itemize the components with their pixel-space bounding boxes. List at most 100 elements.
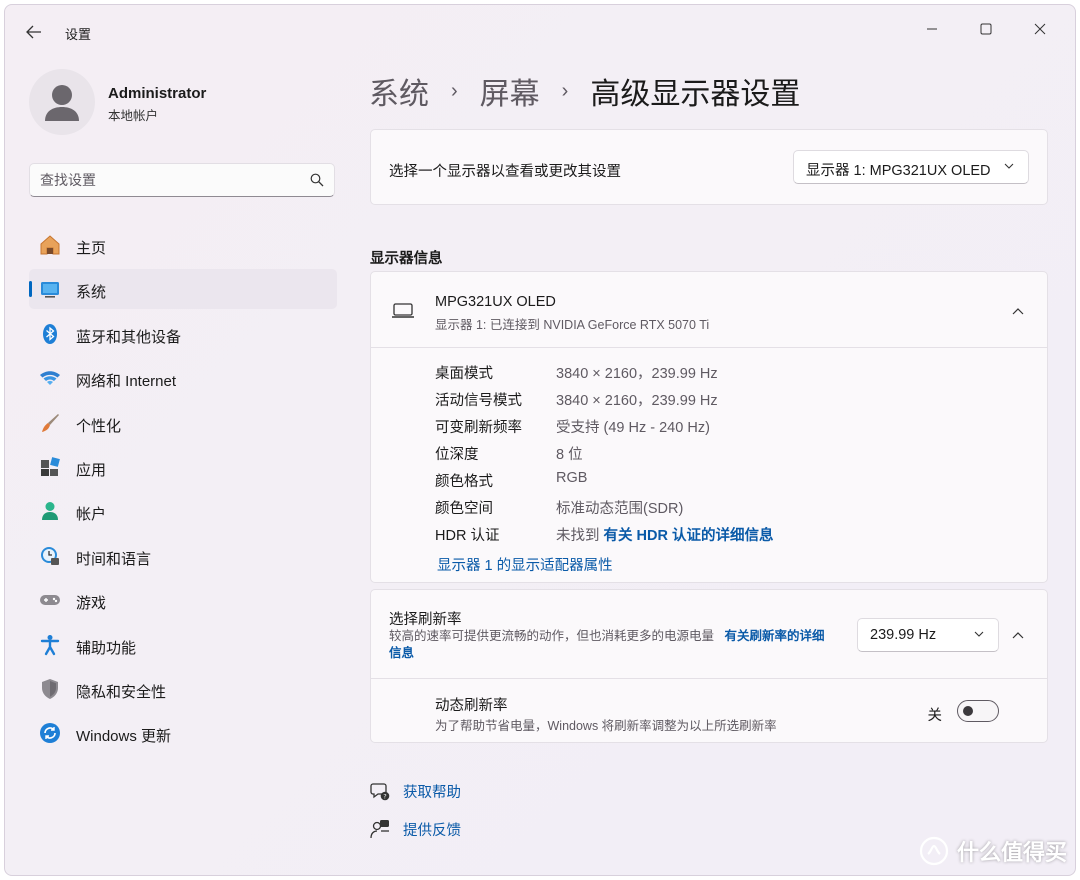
chevron-down-icon — [974, 631, 984, 637]
user-icon — [45, 85, 79, 121]
collapse-display-info-button[interactable] — [1003, 296, 1033, 326]
refresh-rate-description: 较高的速率可提供更流畅的动作，但也消耗更多的电源电量 有关刷新率的详细信息 — [389, 628, 829, 662]
select-display-label: 选择一个显示器以查看或更改其设置 — [389, 164, 621, 180]
breadcrumb: 系统 › 屏幕 › 高级显示器设置 — [369, 69, 800, 113]
hdr-certification-link[interactable]: 有关 HDR 认证的详细信息 — [604, 528, 774, 544]
search-icon[interactable] — [310, 173, 324, 187]
user-account-type: 本地帐户 — [108, 109, 159, 123]
sidebar-item-label: 蓝牙和其他设备 — [76, 328, 182, 346]
sidebar-item-network[interactable]: 网络和 Internet — [29, 358, 337, 398]
sidebar-item-label: 网络和 Internet — [76, 373, 177, 391]
update-icon — [40, 723, 60, 744]
adapter-properties-link[interactable]: 显示器 1 的显示适配器属性 — [437, 554, 613, 575]
page-title: 高级显示器设置 — [590, 78, 801, 111]
display-select-dropdown[interactable]: 显示器 1: MPG321UX OLED — [793, 150, 1029, 184]
watermark-text: 什么值得买 — [956, 840, 1067, 865]
info-value: 8 位 — [556, 447, 583, 463]
info-value: 受支持 (49 Hz - 240 Hz) — [556, 420, 710, 436]
sidebar-item-gaming[interactable]: 游戏 — [29, 580, 337, 620]
sidebar-item-label: 帐户 — [76, 506, 107, 524]
search-box[interactable] — [29, 163, 335, 197]
active-indicator — [29, 281, 32, 298]
refresh-rate-dropdown[interactable]: 239.99 Hz — [857, 618, 999, 652]
feedback-icon — [370, 820, 389, 839]
feedback-label: 提供反馈 — [403, 822, 461, 839]
feedback-link[interactable]: 提供反馈 — [370, 817, 461, 841]
dynamic-refresh-toggle[interactable] — [957, 700, 999, 722]
info-value: 标准动态范围(SDR) — [556, 501, 684, 517]
info-key: 可变刷新频率 — [435, 420, 522, 436]
refresh-rate-card: 选择刷新率 较高的速率可提供更流畅的动作，但也消耗更多的电源电量 有关刷新率的详… — [370, 589, 1048, 743]
dynamic-refresh-description: 为了帮助节省电量，Windows 将刷新率调整为以上所选刷新率 — [435, 719, 777, 733]
breadcrumb-separator: › — [451, 79, 458, 102]
sidebar-item-windows-update[interactable]: Windows 更新 — [29, 713, 337, 753]
shield-icon — [42, 678, 58, 699]
sidebar-item-bluetooth[interactable]: 蓝牙和其他设备 — [29, 314, 337, 354]
breadcrumb-display[interactable]: 屏幕 — [480, 69, 540, 113]
sidebar-item-label: 应用 — [76, 461, 107, 479]
back-arrow-icon — [26, 25, 41, 39]
info-key: 活动信号模式 — [435, 393, 522, 409]
search-input[interactable] — [40, 170, 300, 190]
laptop-icon — [392, 303, 414, 318]
sidebar-item-apps[interactable]: 应用 — [29, 447, 337, 487]
close-button[interactable] — [1017, 13, 1063, 45]
section-title-display-info: 显示器信息 — [370, 251, 443, 267]
sidebar-item-accounts[interactable]: 帐户 — [29, 491, 337, 531]
collapse-refresh-rate-button[interactable] — [1003, 620, 1033, 650]
divider — [371, 678, 1047, 679]
bluetooth-icon — [43, 323, 57, 344]
time-language-icon — [41, 546, 59, 565]
system-icon — [41, 282, 59, 298]
sidebar-item-label: 游戏 — [76, 595, 107, 613]
info-value: 3840 × 2160，239.99 Hz — [556, 366, 718, 382]
sidebar-item-time-language[interactable]: 时间和语言 — [29, 536, 337, 576]
apps-icon — [41, 457, 60, 476]
chevron-up-icon — [1012, 307, 1024, 314]
sidebar-item-accessibility[interactable]: 辅助功能 — [29, 625, 337, 665]
avatar[interactable] — [29, 69, 95, 135]
breadcrumb-system[interactable]: 系统 — [369, 69, 429, 113]
title-bar: 设置 — [5, 5, 1075, 53]
sidebar-item-label: 主页 — [76, 240, 107, 257]
info-key: 颜色格式 — [435, 474, 493, 490]
info-value: 3840 × 2160，239.99 Hz — [556, 393, 718, 409]
chevron-down-icon — [1004, 163, 1014, 169]
watermark-logo-icon — [919, 836, 949, 866]
svg-text:?: ? — [383, 792, 386, 800]
minimize-button[interactable] — [909, 13, 955, 45]
wifi-icon — [40, 371, 60, 386]
sidebar-item-label: 个性化 — [76, 417, 122, 435]
help-icon: ? — [370, 783, 390, 801]
dynamic-refresh-title: 动态刷新率 — [435, 698, 508, 714]
display-info-card: MPG321UX OLED 显示器 1: 已连接到 NVIDIA GeForce… — [370, 271, 1048, 583]
select-display-card: 选择一个显示器以查看或更改其设置 显示器 1: MPG321UX OLED — [370, 129, 1048, 205]
sidebar-item-label: Windows 更新 — [76, 728, 172, 746]
info-value: RGB — [556, 470, 588, 486]
display-info-header[interactable]: MPG321UX OLED 显示器 1: 已连接到 NVIDIA GeForce… — [371, 272, 1047, 348]
get-help-link[interactable]: ? 获取帮助 — [370, 779, 461, 803]
home-icon — [40, 235, 60, 255]
breadcrumb-separator: › — [561, 79, 569, 102]
info-key: 位深度 — [435, 447, 479, 463]
info-key: 桌面模式 — [435, 366, 493, 382]
back-button[interactable] — [19, 19, 49, 45]
account-icon — [42, 502, 58, 521]
display-select-value: 显示器 1: MPG321UX OLED — [806, 163, 991, 179]
sidebar-item-system[interactable]: 系统 — [29, 269, 337, 310]
brush-icon — [42, 413, 59, 432]
app-title: 设置 — [65, 27, 92, 42]
maximize-button[interactable] — [963, 13, 1009, 45]
sidebar-item-label: 隐私和安全性 — [76, 683, 167, 701]
info-key: 颜色空间 — [435, 501, 493, 517]
info-value: 未找到 有关 HDR 认证的详细信息 — [556, 524, 774, 545]
monitor-name: MPG321UX OLED — [435, 294, 556, 310]
user-name: Administrator — [108, 85, 207, 102]
sidebar-item-home[interactable]: 主页 — [29, 225, 337, 265]
settings-window: 设置 Administrator 本地帐户 主页 系统 — [4, 4, 1076, 876]
sidebar-item-personalization[interactable]: 个性化 — [29, 403, 337, 443]
refresh-rate-value: 239.99 Hz — [870, 627, 937, 643]
chevron-up-icon — [1012, 631, 1024, 638]
sidebar-item-label: 时间和语言 — [76, 550, 152, 568]
sidebar-item-privacy[interactable]: 隐私和安全性 — [29, 669, 337, 709]
